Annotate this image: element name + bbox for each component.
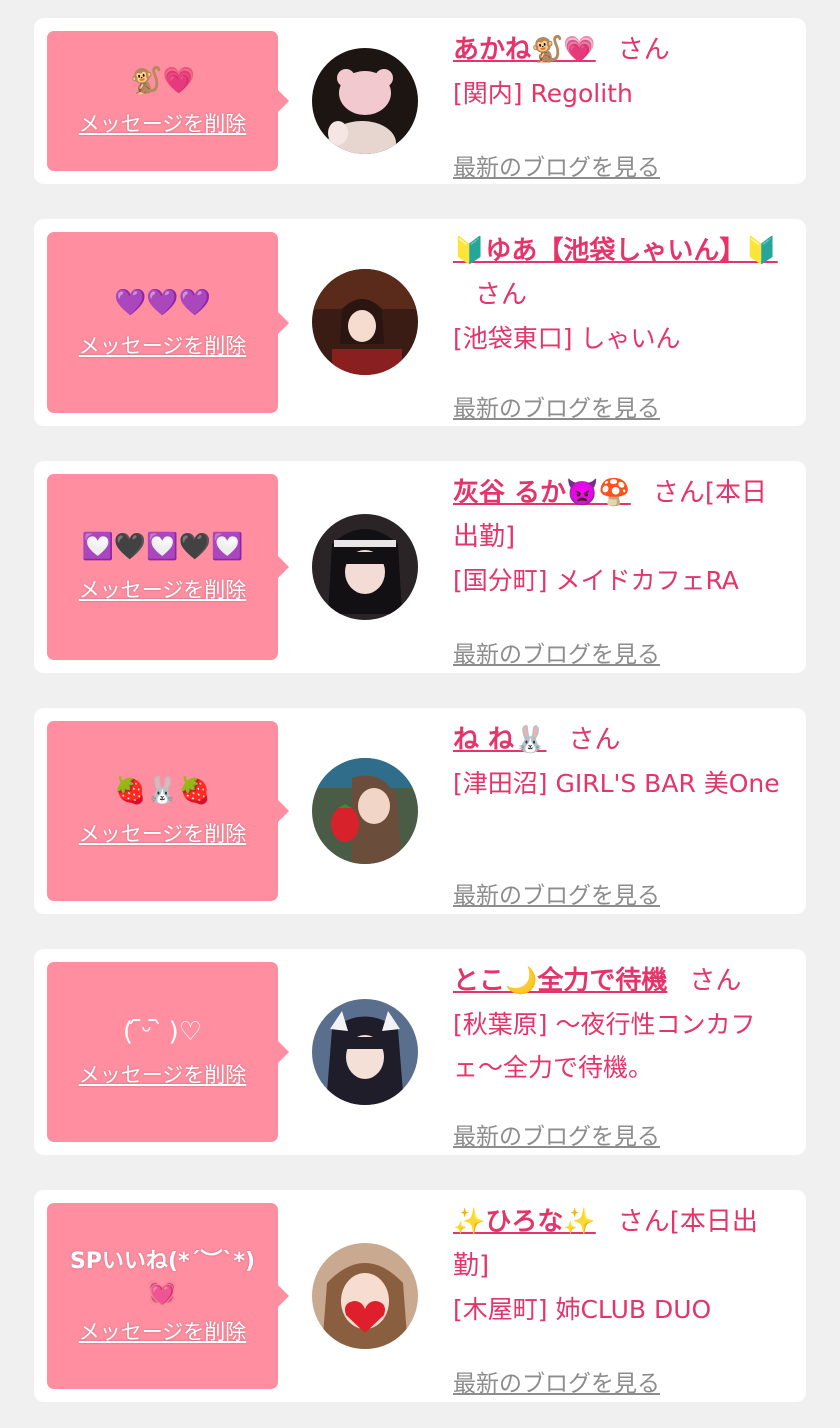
avatar[interactable] [312, 1243, 418, 1349]
profile-name-link[interactable]: 🔰ゆあ【池袋しゃいん】🔰 [453, 236, 778, 266]
like-card: 💟🖤💟🖤💟 メッセージを削除 灰谷 るか👿🍄 さん[本日出勤] [国分町] メイド… [34, 461, 806, 673]
like-card: ( ᷇ᵕ ᷆ )♡ メッセージを削除 とこ🌙全力で待機 さん [秋葉原] 〜夜行性… [34, 949, 806, 1155]
message-text: SPいいね(*´︶`*) 💓 [69, 1249, 256, 1306]
blog-link[interactable]: 最新のブログを見る [453, 148, 660, 182]
shop-name: [池袋東口] しゃいん [453, 324, 681, 353]
honorific: さん [617, 1207, 670, 1237]
delete-message-link[interactable]: メッセージを削除 [79, 1059, 247, 1089]
profile-info: とこ🌙全力で待機 さん [秋葉原] 〜夜行性コンカフェ〜全力で待機。 最新のブログ… [453, 959, 789, 1150]
delete-message-link[interactable]: メッセージを削除 [79, 108, 247, 138]
profile-name-link[interactable]: とこ🌙全力で待機 [453, 966, 667, 996]
avatar[interactable] [312, 758, 418, 864]
profile-name-link[interactable]: ね ね🐰 [453, 725, 546, 755]
avatar-photo [312, 1243, 418, 1349]
message-text: 💟🖤💟🖤💟 [81, 532, 244, 562]
delete-message-link[interactable]: メッセージを削除 [79, 330, 247, 360]
honorific: さん [568, 725, 621, 755]
message-text: 🐒💗 [130, 66, 195, 96]
avatar[interactable] [312, 48, 418, 154]
message-text: ( ᷇ᵕ ᷆ )♡ [122, 1017, 203, 1047]
message-bubble: 🐒💗 メッセージを削除 [47, 31, 289, 171]
like-card: SPいいね(*´︶`*) 💓 メッセージを削除 ✨ひろな✨ さん[本日出勤] [木… [34, 1190, 806, 1402]
like-card: 🍓🐰🍓 メッセージを削除 ね ね🐰 さん [津田沼] GIRL'S BAR 美On… [34, 708, 806, 914]
shop-name: [津田沼] GIRL'S BAR 美One [453, 769, 780, 798]
message-bubble: SPいいね(*´︶`*) 💓 メッセージを削除 [47, 1203, 289, 1389]
profile-info: 灰谷 るか👿🍄 さん[本日出勤] [国分町] メイドカフェRA 最新のブログを見る [453, 471, 789, 668]
message-text: 🍓🐰🍓 [113, 776, 212, 806]
avatar-photo [312, 48, 418, 154]
blog-link[interactable]: 最新のブログを見る [453, 635, 660, 669]
like-card: 🐒💗 メッセージを削除 あかね🐒💗 さん [関内] Regolith 最新のブログ… [34, 18, 806, 184]
shop-name: [関内] Regolith [453, 79, 633, 108]
blog-link[interactable]: 最新のブログを見る [453, 876, 660, 910]
blog-link[interactable]: 最新のブログを見る [453, 389, 660, 423]
profile-name-link[interactable]: ✨ひろな✨ [453, 1207, 596, 1237]
profile-info: 🔰ゆあ【池袋しゃいん】🔰 さん [池袋東口] しゃいん 最新のブログを見る [453, 229, 789, 422]
avatar-photo [312, 269, 418, 375]
avatar-photo [312, 514, 418, 620]
profile-name-link[interactable]: 灰谷 るか👿🍄 [453, 478, 631, 508]
profile-info: ね ね🐰 さん [津田沼] GIRL'S BAR 美One 最新のブログを見る [453, 718, 789, 909]
avatar[interactable] [312, 999, 418, 1105]
shop-name: [木屋町] 姉CLUB DUO [453, 1295, 712, 1324]
like-card: 💜💜💜 メッセージを削除 🔰ゆあ【池袋しゃいん】🔰 さん [池袋東口] しゃいん … [34, 219, 806, 426]
message-bubble: 💟🖤💟🖤💟 メッセージを削除 [47, 474, 289, 660]
delete-message-link[interactable]: メッセージを削除 [79, 574, 247, 604]
message-bubble: 🍓🐰🍓 メッセージを削除 [47, 721, 289, 901]
shop-name: [国分町] メイドカフェRA [453, 566, 739, 595]
blog-link[interactable]: 最新のブログを見る [453, 1117, 660, 1151]
message-text: 💜💜💜 [113, 287, 212, 318]
message-bubble: 💜💜💜 メッセージを削除 [47, 232, 289, 413]
profile-info: あかね🐒💗 さん [関内] Regolith 最新のブログを見る [453, 28, 789, 181]
honorific: さん [652, 478, 705, 508]
profile-info: ✨ひろな✨ さん[本日出勤] [木屋町] 姉CLUB DUO 最新のブログを見る [453, 1200, 789, 1397]
profile-name-link[interactable]: あかね🐒💗 [453, 35, 596, 65]
avatar[interactable] [312, 514, 418, 620]
honorific: さん [617, 35, 670, 65]
blog-link[interactable]: 最新のブログを見る [453, 1364, 660, 1398]
avatar-photo [312, 758, 418, 864]
delete-message-link[interactable]: メッセージを削除 [79, 1316, 247, 1346]
shop-name: [秋葉原] 〜夜行性コンカフェ〜全力で待機。 [453, 1010, 756, 1082]
avatar[interactable] [312, 269, 418, 375]
message-bubble: ( ᷇ᵕ ᷆ )♡ メッセージを削除 [47, 962, 289, 1142]
delete-message-link[interactable]: メッセージを削除 [79, 818, 247, 848]
honorific: さん [689, 966, 742, 996]
honorific: さん [475, 280, 528, 310]
avatar-photo [312, 999, 418, 1105]
